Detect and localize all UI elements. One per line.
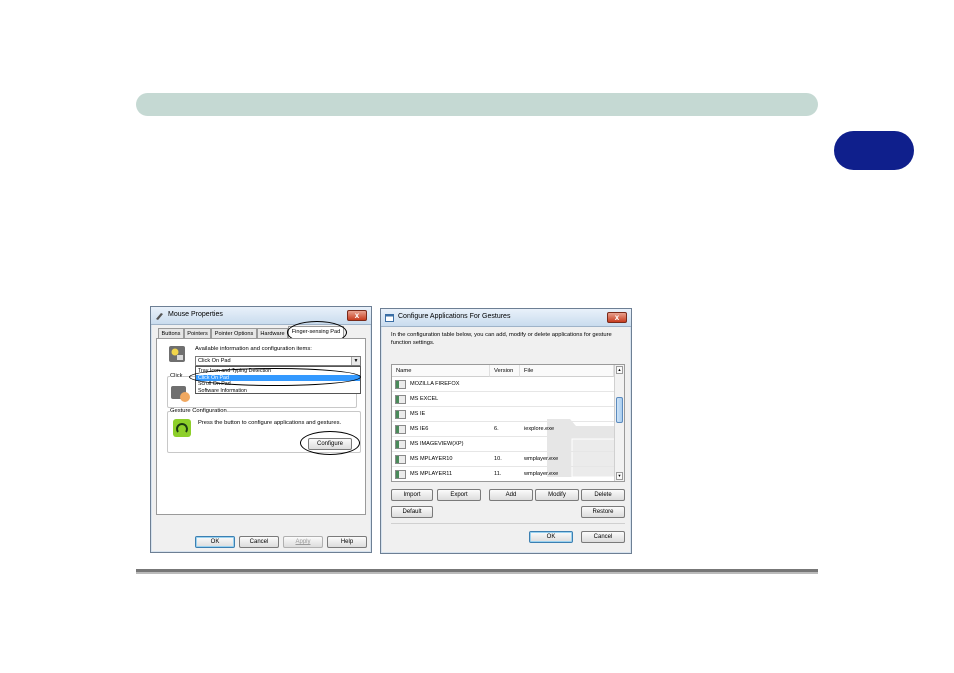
annotation-ellipse-configure	[300, 431, 360, 455]
add-button[interactable]: Add	[489, 489, 533, 501]
available-items-label: Available information and configuration …	[195, 346, 312, 352]
row-name: MS IE6	[410, 426, 429, 432]
cancel-button[interactable]: Cancel	[239, 536, 279, 548]
mouse-properties-titlebar[interactable]: Mouse Properties x	[151, 307, 371, 325]
scroll-thumb[interactable]	[616, 397, 623, 423]
header-bar	[136, 93, 818, 116]
ok-button[interactable]: OK	[195, 536, 235, 548]
scroll-up-icon[interactable]: ▲	[616, 366, 623, 374]
gesture-description: Press the button to configure applicatio…	[198, 420, 342, 426]
table-row[interactable]: MS IMAGEVIEW(XP)	[392, 437, 614, 452]
table-row[interactable]: MS EXCEL	[392, 392, 614, 407]
chapter-tab	[834, 131, 914, 170]
help-button[interactable]: Help	[327, 536, 367, 548]
table-row[interactable]: MOZILLA FIREFOX	[392, 377, 614, 392]
row-name: MS MPLAYER11	[410, 471, 453, 477]
export-button[interactable]: Export	[437, 489, 481, 501]
table-row[interactable]: MS IE	[392, 407, 614, 422]
application-icon	[395, 410, 406, 419]
cancel-button[interactable]: Cancel	[581, 531, 625, 543]
row-version: 6.	[494, 426, 499, 432]
gesture-icon	[173, 419, 191, 437]
application-icon	[395, 470, 406, 479]
table-row[interactable]: MS MPLAYER10 10. wmplayer.exe	[392, 452, 614, 467]
click-group-label: Click	[170, 373, 183, 379]
application-icon	[395, 395, 406, 404]
ok-button[interactable]: OK	[529, 531, 573, 543]
default-button[interactable]: Default	[391, 506, 433, 518]
close-button[interactable]: x	[607, 312, 627, 323]
row-name: MS IE	[410, 411, 426, 417]
gesture-configuration-group: Gesture Configuration Press the button t…	[167, 408, 361, 455]
column-header-file[interactable]: File	[520, 365, 614, 377]
row-version: 11.	[494, 471, 502, 477]
configure-apps-titlebar[interactable]: Configure Applications For Gestures x	[381, 309, 631, 327]
column-header-version[interactable]: Version	[490, 365, 520, 377]
divider	[391, 523, 625, 524]
row-name: MS EXCEL	[410, 396, 439, 402]
delete-button[interactable]: Delete	[581, 489, 625, 501]
row-file: iexplore.exe	[524, 426, 555, 432]
application-icon	[395, 455, 406, 464]
row-version: 10.	[494, 456, 502, 462]
mouse-properties-window: Mouse Properties x Buttons Pointers Poin…	[150, 306, 372, 553]
mouse-icon	[156, 313, 163, 320]
configure-apps-description: In the configuration table below, you ca…	[391, 332, 612, 346]
configure-apps-title: Configure Applications For Gestures	[398, 313, 511, 320]
footer-rule	[136, 569, 818, 574]
row-file: wmplayer.exe	[524, 456, 559, 462]
touchpad-hand-icon	[171, 386, 190, 402]
restore-button[interactable]: Restore	[581, 506, 625, 518]
configure-apps-window: Configure Applications For Gestures x In…	[380, 308, 632, 554]
combo-value: Click On Pad	[198, 358, 231, 364]
scroll-down-icon[interactable]: ▼	[616, 472, 623, 480]
import-button[interactable]: Import	[391, 489, 433, 501]
modify-button[interactable]: Modify	[535, 489, 579, 501]
column-header-name[interactable]: Name	[392, 365, 490, 377]
application-icon	[395, 380, 406, 389]
chevron-down-icon[interactable]: ▼	[351, 357, 360, 365]
table-row[interactable]: MS IE6 6. iexplore.exe	[392, 422, 614, 437]
gesture-group-label: Gesture Configuration	[170, 408, 227, 414]
row-name: MOZILLA FIREFOX	[410, 381, 460, 387]
finger-sensing-pad-page: Available information and configuration …	[156, 338, 366, 515]
app-window-icon	[385, 314, 394, 322]
table-row[interactable]: MS MPLAYER11 11. wmplayer.exe	[392, 467, 614, 481]
info-settings-icon	[169, 346, 185, 362]
close-button[interactable]: x	[347, 310, 367, 321]
mouse-properties-title: Mouse Properties	[168, 311, 223, 318]
row-name: MS MPLAYER10	[410, 456, 453, 462]
config-items-combo[interactable]: Click On Pad ▼	[195, 356, 361, 366]
application-icon	[395, 425, 406, 434]
table-scrollbar[interactable]: ▲ ▼	[614, 365, 624, 481]
application-icon	[395, 440, 406, 449]
dropdown-option-software-info[interactable]: Software Information	[196, 388, 360, 395]
row-name: MS IMAGEVIEW(XP)	[410, 441, 464, 447]
applications-table: Name Version File MOZILLA FIREFOX MS EXC…	[391, 364, 625, 482]
apply-button[interactable]: Apply	[283, 536, 323, 548]
row-file: wmplayer.exe	[524, 471, 559, 477]
annotation-ellipse-selection	[189, 368, 361, 386]
